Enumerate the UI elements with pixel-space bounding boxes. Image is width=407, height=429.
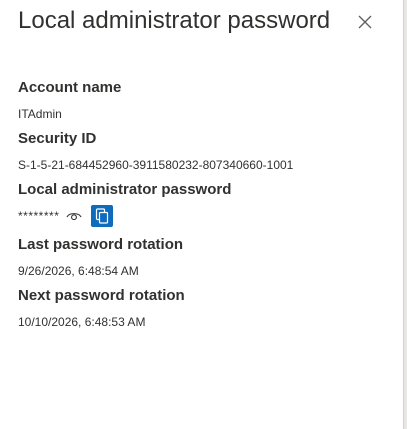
account-name-label: Account name: [18, 79, 122, 96]
security-id-field: Security ID S-1-5-21-684452960-391158023…: [18, 129, 385, 173]
panel-header: Local administrator password: [18, 6, 385, 40]
next-rotation-field: Next password rotation 10/10/2026, 6:48:…: [18, 286, 385, 330]
panel-title: Local administrator password: [18, 7, 331, 34]
last-rotation-value: 9/26/2026, 6:48:54 AM: [18, 264, 139, 278]
local-admin-password-label: Local administrator password: [18, 181, 232, 198]
next-rotation-label: Next password rotation: [18, 287, 185, 304]
close-button[interactable]: [355, 12, 375, 32]
security-id-label: Security ID: [18, 130, 97, 147]
details-section: Account name ITAdmin Security ID S-1-5-2…: [18, 78, 385, 337]
close-icon: [358, 15, 372, 29]
last-rotation-label: Last password rotation: [18, 236, 184, 253]
security-id-value: S-1-5-21-684452960-3911580232-807340660-…: [18, 158, 294, 172]
local-admin-password-field: Local administrator password ********: [18, 180, 385, 228]
copy-icon: [96, 208, 109, 224]
next-rotation-value: 10/10/2026, 6:48:53 AM: [18, 315, 146, 329]
masked-password: ********: [18, 209, 60, 223]
panel-border: [403, 0, 407, 429]
copy-password-button[interactable]: [91, 205, 114, 227]
last-rotation-field: Last password rotation 9/26/2026, 6:48:5…: [18, 235, 385, 279]
account-name-value: ITAdmin: [18, 107, 62, 121]
eye-icon: [66, 213, 82, 221]
show-password-button[interactable]: [65, 209, 83, 223]
account-name-field: Account name ITAdmin: [18, 78, 385, 122]
password-row: ********: [18, 204, 385, 228]
lapsw-panel: Local administrator password Account nam…: [0, 0, 403, 429]
